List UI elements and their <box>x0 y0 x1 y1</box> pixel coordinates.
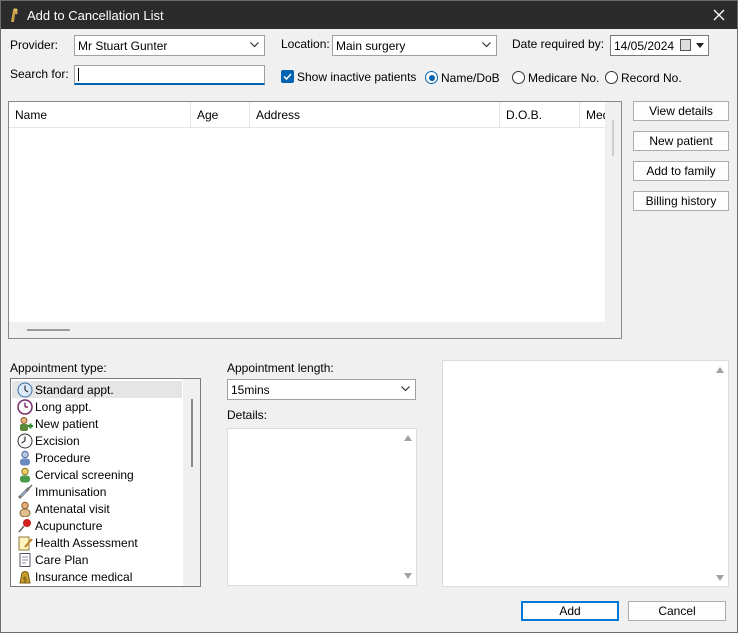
search-input[interactable] <box>74 65 265 85</box>
radio-name-dob-label[interactable]: Name/DoB <box>441 71 500 85</box>
radio-medicare-no[interactable] <box>512 71 525 84</box>
cervical-person-icon <box>16 467 34 483</box>
cancel-button[interactable]: Cancel <box>628 601 726 621</box>
preview-panel <box>442 360 729 587</box>
radio-name-dob[interactable] <box>425 71 438 84</box>
column-header-medicare[interactable]: Med <box>580 102 605 128</box>
list-item-new-patient[interactable]: New patient <box>12 415 182 432</box>
grid-horizontal-scroll-thumb[interactable] <box>27 329 70 331</box>
svg-text:$: $ <box>23 575 27 583</box>
appointment-list-scrollbar[interactable] <box>183 379 200 586</box>
list-item-procedure[interactable]: Procedure <box>12 449 182 466</box>
pin-icon <box>16 518 34 534</box>
radio-medicare-no-label[interactable]: Medicare No. <box>528 71 599 85</box>
column-header-age[interactable]: Age <box>191 102 250 128</box>
close-icon <box>713 9 725 21</box>
grid-horizontal-scrollbar[interactable] <box>9 322 621 338</box>
list-item-immunisation[interactable]: Immunisation <box>12 483 182 500</box>
details-label: Details: <box>227 408 268 422</box>
appointment-type-label: Appointment type: <box>10 361 107 375</box>
provider-label: Provider: <box>10 38 59 52</box>
chevron-down-icon <box>401 386 410 392</box>
add-to-family-button[interactable]: Add to family <box>633 161 729 181</box>
close-button[interactable] <box>701 1 737 29</box>
list-item-care-plan[interactable]: Care Plan <box>12 551 182 568</box>
checkmark-icon <box>283 73 292 81</box>
new-patient-button[interactable]: New patient <box>633 131 729 151</box>
calendar-icon[interactable] <box>680 39 691 51</box>
app-icon <box>8 7 22 23</box>
grid-vertical-scrollbar[interactable] <box>605 102 621 322</box>
radio-record-no-label[interactable]: Record No. <box>621 71 682 85</box>
chevron-down-icon <box>250 42 259 48</box>
scroll-up-icon[interactable] <box>716 367 724 373</box>
notepad-pencil-icon <box>16 535 34 551</box>
date-required-label: Date required by: <box>512 37 605 51</box>
show-inactive-checkbox[interactable] <box>281 70 294 83</box>
list-item-cervical-screening[interactable]: Cervical screening <box>12 466 182 483</box>
provider-value: Mr Stuart Gunter <box>78 39 168 53</box>
details-textarea[interactable] <box>227 428 417 586</box>
new-patient-icon <box>16 416 34 432</box>
appointment-length-label: Appointment length: <box>227 361 334 375</box>
column-header-name[interactable]: Name <box>9 102 191 128</box>
document-icon <box>16 552 34 568</box>
clock-icon <box>16 382 34 398</box>
grid-vertical-scroll-thumb[interactable] <box>612 120 614 156</box>
scroll-down-icon[interactable] <box>404 573 412 579</box>
patient-grid[interactable]: Name Age Address D.O.B. Med <box>8 101 622 339</box>
dialog-window: Add to Cancellation List Provider: Mr St… <box>0 0 738 633</box>
list-item-antenatal-visit[interactable]: Antenatal visit <box>12 500 182 517</box>
title-bar: Add to Cancellation List <box>1 1 737 29</box>
date-required-picker[interactable]: 14/05/2024 <box>610 35 709 56</box>
dropdown-arrow-icon[interactable] <box>696 43 704 48</box>
excision-clock-icon <box>16 433 34 449</box>
location-label: Location: <box>281 37 330 51</box>
list-item-insurance-medical[interactable]: $ Insurance medical <box>12 568 182 585</box>
window-title: Add to Cancellation List <box>27 8 164 23</box>
show-inactive-label[interactable]: Show inactive patients <box>297 70 416 84</box>
antenatal-person-icon <box>16 501 34 517</box>
list-item-standard-appt[interactable]: Standard appt. <box>12 381 182 398</box>
list-item-long-appt[interactable]: Long appt. <box>12 398 182 415</box>
radio-record-no[interactable] <box>605 71 618 84</box>
text-caret <box>78 68 79 81</box>
grid-header: Name Age Address D.O.B. Med <box>9 102 605 128</box>
scroll-up-icon[interactable] <box>404 435 412 441</box>
column-header-dob[interactable]: D.O.B. <box>500 102 580 128</box>
billing-history-button[interactable]: Billing history <box>633 191 729 211</box>
appointment-list-scroll-thumb[interactable] <box>191 399 193 467</box>
add-button[interactable]: Add <box>521 601 619 621</box>
appointment-type-list[interactable]: Standard appt. Long appt. New patient Ex… <box>10 378 201 587</box>
view-details-button[interactable]: View details <box>633 101 729 121</box>
money-bag-icon: $ <box>16 569 34 585</box>
location-select[interactable]: Main surgery <box>332 35 497 56</box>
search-label: Search for: <box>10 67 69 81</box>
list-item-health-assessment[interactable]: Health Assessment <box>12 534 182 551</box>
procedure-person-icon <box>16 450 34 466</box>
provider-select[interactable]: Mr Stuart Gunter <box>74 35 265 56</box>
appointment-length-value: 15mins <box>231 383 270 397</box>
column-header-address[interactable]: Address <box>250 102 500 128</box>
syringe-icon <box>16 484 34 500</box>
chevron-down-icon <box>482 42 491 48</box>
list-item-acupuncture[interactable]: Acupuncture <box>12 517 182 534</box>
appointment-length-select[interactable]: 15mins <box>227 379 416 400</box>
long-clock-icon <box>16 398 34 415</box>
list-item-excision[interactable]: Excision <box>12 432 182 449</box>
scroll-down-icon[interactable] <box>716 575 724 581</box>
date-value: 14/05/2024 <box>614 39 675 53</box>
location-value: Main surgery <box>336 39 406 53</box>
